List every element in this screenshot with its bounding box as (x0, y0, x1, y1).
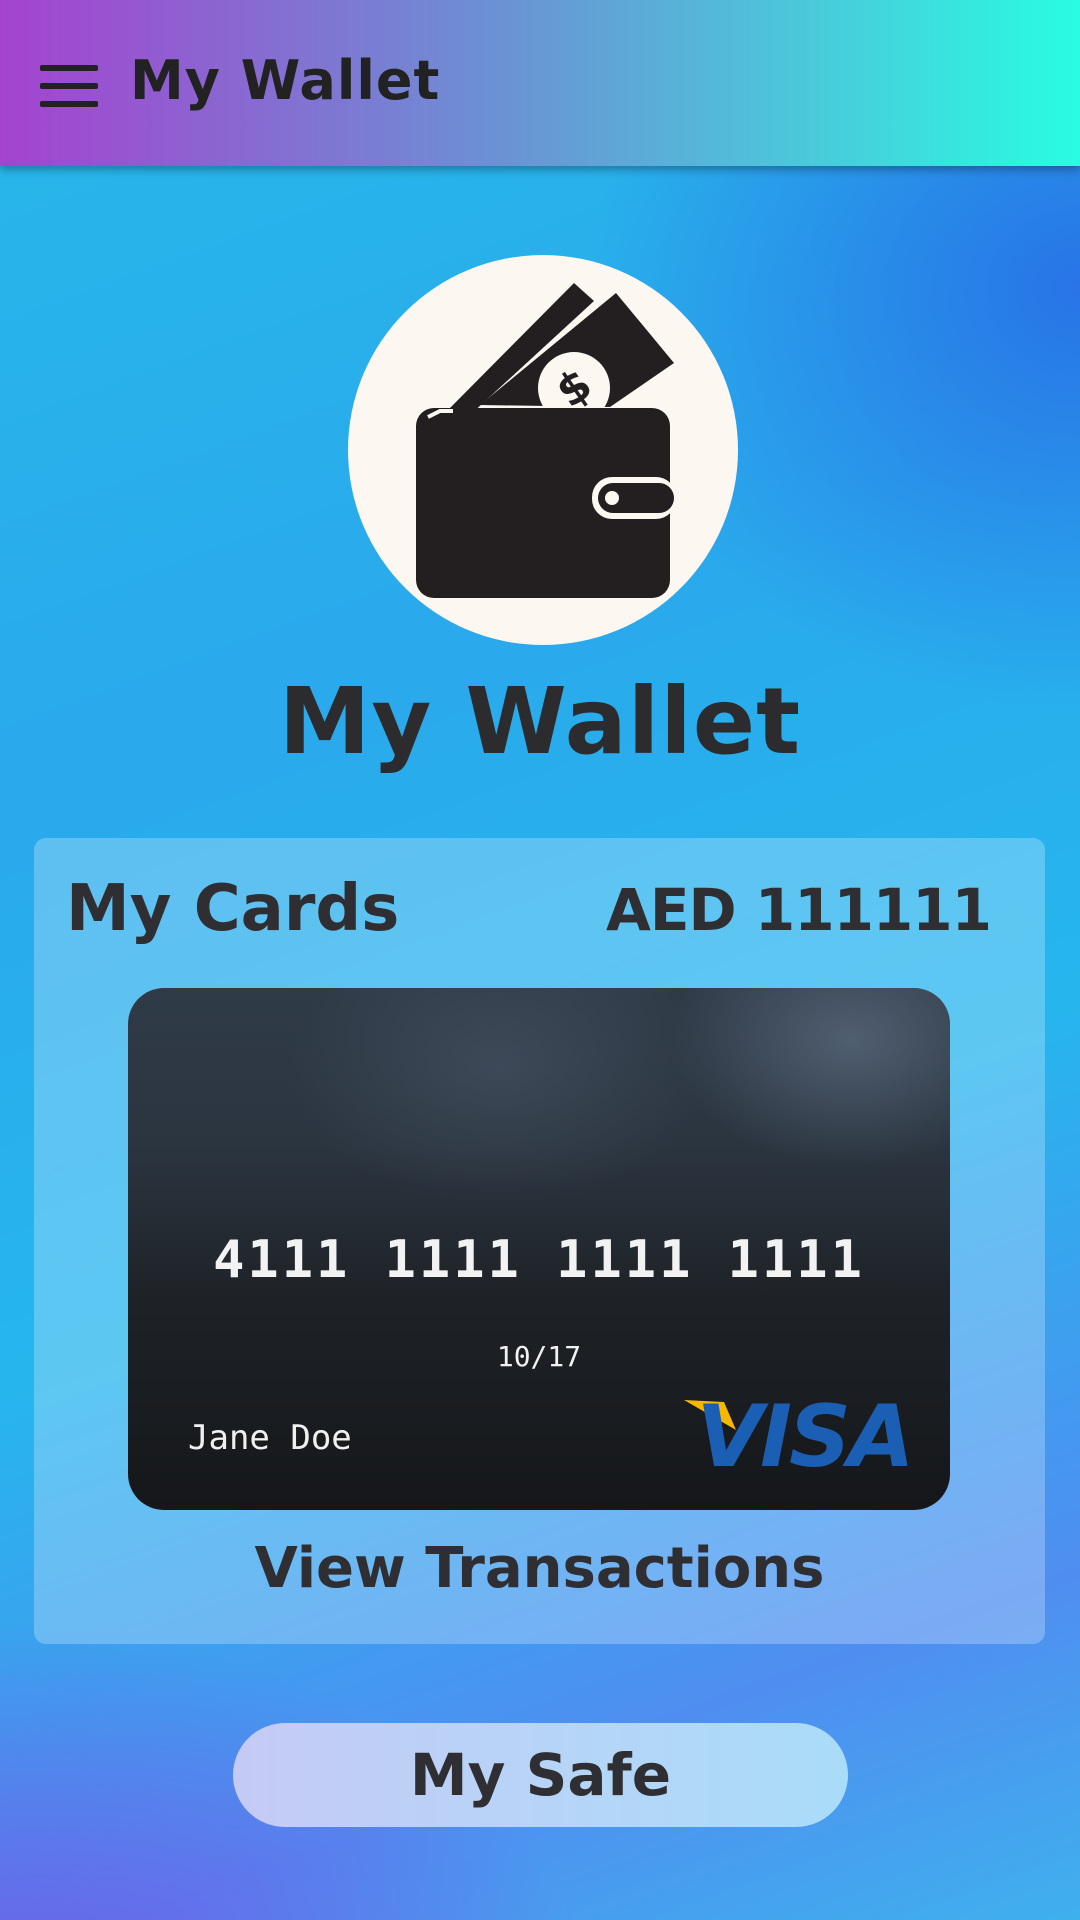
card-expiry: 10/17 (496, 1340, 582, 1373)
menu-line (40, 83, 98, 89)
card-holder-name: Jane Doe (188, 1418, 352, 1458)
menu-line (40, 101, 98, 107)
wallet-logo: $ (348, 255, 738, 645)
hero-title: My Wallet (278, 668, 802, 775)
svg-text:VISA: VISA (696, 1394, 911, 1474)
wallet-with-money-icon: $ (416, 283, 676, 598)
view-transactions-link[interactable]: View Transactions (34, 1536, 1045, 1601)
app-bar-title: My Wallet (130, 48, 441, 112)
my-safe-button[interactable]: My Safe (233, 1723, 848, 1827)
menu-line (40, 65, 98, 71)
visa-logo-icon: VISA (684, 1394, 914, 1474)
hamburger-menu-icon[interactable] (40, 65, 98, 107)
credit-card[interactable]: 4111 1111 1111 1111 10/17 Jane Doe VISA (128, 988, 950, 1510)
my-cards-panel: My Cards AED 111111 4111 1111 1111 1111 … (34, 838, 1045, 1644)
cards-balance: AED 111111 (606, 876, 992, 944)
my-cards-label: My Cards (66, 872, 400, 946)
app-bar: My Wallet (0, 0, 1080, 166)
card-number: 4111 1111 1111 1111 (213, 1230, 865, 1290)
